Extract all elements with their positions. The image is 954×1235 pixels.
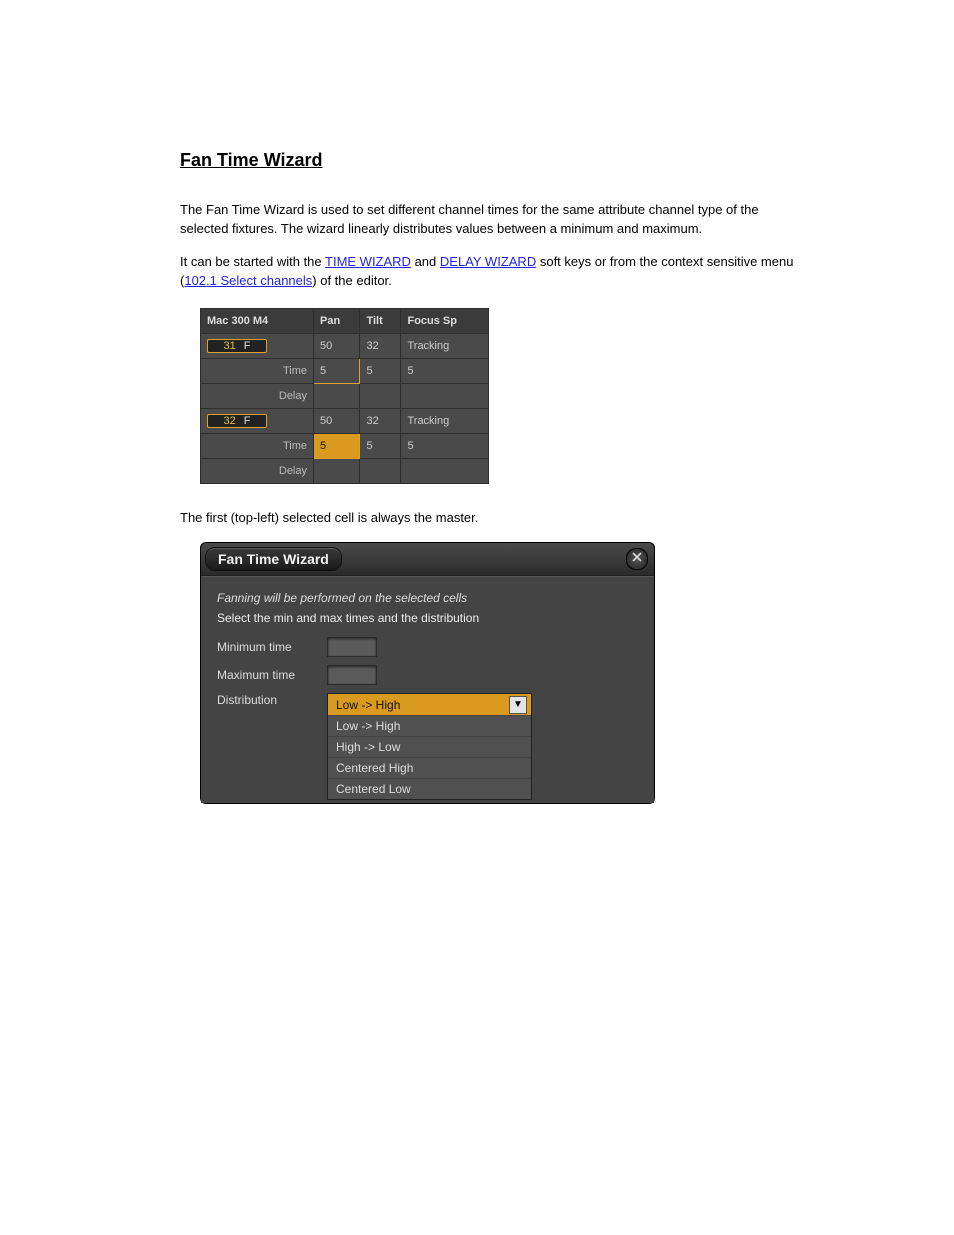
chevron-down-icon[interactable]: ▼ [509,696,527,714]
time-tilt: 5 [360,359,401,384]
text-mid: and [415,254,440,269]
paragraph-intro: The Fan Time Wizard is used to set diffe… [180,201,804,239]
fixture-id-cell: 32 F [201,409,314,434]
distribution-options: Low -> High High -> Low Centered High Ce… [327,715,532,800]
time-tilt: 5 [360,434,401,459]
paragraph-links: It can be started with the TIME WIZARD a… [180,253,804,291]
cell-focus: Tracking [401,409,489,434]
row-label-delay: Delay [201,459,314,484]
grid-col-tilt: Tilt [360,309,401,334]
time-focus: 5 [401,434,489,459]
link-delay-wizard[interactable]: DELAY WIZARD [440,254,536,269]
close-icon[interactable] [626,548,648,570]
label-maximum-time: Maximum time [217,668,327,682]
row-label-delay: Delay [201,384,314,409]
distribution-option[interactable]: Centered High [328,757,531,778]
link-time-wizard[interactable]: TIME WIZARD [325,254,411,269]
cell-pan: 50 [314,334,360,359]
distribution-option[interactable]: High -> Low [328,736,531,757]
time-pan-selected: 5 [314,434,360,459]
fixture-flag: F [244,340,251,352]
distribution-option[interactable]: Centered Low [328,778,531,799]
fixture-flag: F [244,415,251,427]
channel-grid-screenshot: Mac 300 M4 Pan Tilt Focus Sp 31 F 50 32 T… [200,308,489,484]
row-label-time: Time [201,359,314,384]
cell-tilt: 32 [360,334,401,359]
grid-title: Mac 300 M4 [201,309,314,334]
delay-focus [401,459,489,484]
fixture-id: 31 [224,340,236,352]
text-tail: ) of the editor. [312,273,392,288]
text-pre: It can be started with the [180,254,325,269]
grid-col-pan: Pan [314,309,360,334]
input-minimum-time[interactable] [327,637,377,657]
distribution-select[interactable]: Low -> High ▼ Low -> High High -> Low Ce… [327,693,532,717]
paragraph-master-note: The first (top-left) selected cell is al… [180,509,804,528]
distribution-option[interactable]: Low -> High [328,715,531,736]
input-maximum-time[interactable] [327,665,377,685]
grid-col-focus: Focus Sp [401,309,489,334]
delay-focus [401,384,489,409]
time-focus: 5 [401,359,489,384]
row-label-time: Time [201,434,314,459]
delay-pan [314,459,360,484]
fan-time-wizard-screenshot: Fan Time Wizard Fanning will be performe… [200,542,655,804]
dialog-titlebar: Fan Time Wizard [201,543,654,576]
link-select-channels[interactable]: 102.1 Select channels [184,273,312,288]
dialog-instruction: Select the min and max times and the dis… [217,611,638,625]
cell-pan: 50 [314,409,360,434]
dialog-title: Fan Time Wizard [205,547,342,571]
fixture-id-cell: 31 F [201,334,314,359]
cell-tilt: 32 [360,409,401,434]
delay-tilt [360,384,401,409]
dialog-note: Fanning will be performed on the selecte… [217,591,638,605]
fixture-id: 32 [224,415,236,427]
delay-pan [314,384,360,409]
label-distribution: Distribution [217,693,327,707]
time-pan-master: 5 [314,359,360,384]
cell-focus: Tracking [401,334,489,359]
distribution-selected-value: Low -> High [336,698,400,712]
label-minimum-time: Minimum time [217,640,327,654]
delay-tilt [360,459,401,484]
section-heading: Fan Time Wizard [180,150,804,171]
